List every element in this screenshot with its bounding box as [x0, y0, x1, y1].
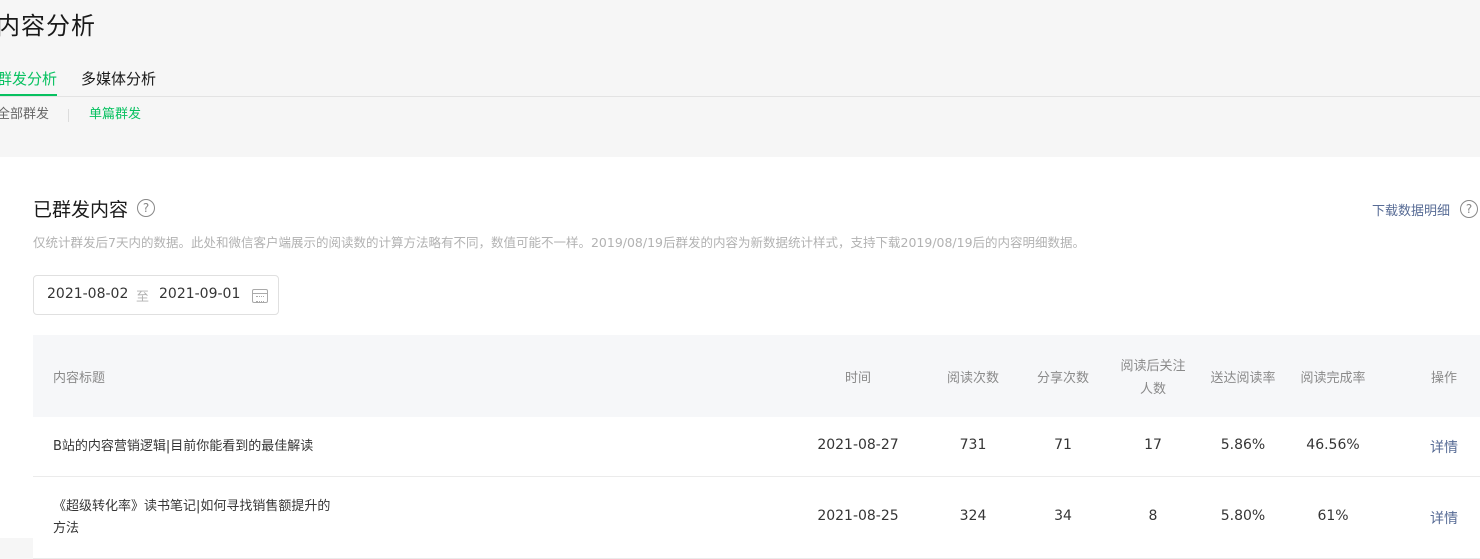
detail-link[interactable]: 详情 — [1424, 437, 1464, 457]
calendar-icon — [252, 289, 268, 303]
content-panel: 已群发内容 ? 下载数据明细 ? 仅统计群发后7天内的数据。此处和微信客户端展示… — [0, 157, 1480, 559]
date-separator: 至 — [136, 290, 150, 305]
date-start: 2021-08-02 — [47, 286, 129, 302]
section-title: 已群发内容 — [33, 199, 129, 221]
subtab-single-article[interactable]: 单篇群发 — [89, 105, 141, 125]
help-icon[interactable]: ? — [137, 199, 155, 217]
table-row: B站的内容营销逻辑|目前你能看到的最佳解读 2021-08-27 731 71 … — [33, 417, 1480, 477]
page-title: 内容分析 — [0, 12, 96, 40]
table-row: 《超级转化率》读书笔记|如何寻找销售额提升的 方法 2021-08-25 324… — [33, 477, 1480, 559]
cell-reads: 324 — [959, 508, 987, 524]
tab-multimedia-analysis[interactable]: 多媒体分析 — [81, 68, 156, 96]
date-range-picker[interactable]: 2021-08-02 至 2021-09-01 — [33, 275, 279, 315]
col-header-delivery-read-rate: 送达阅读率 — [1210, 371, 1276, 386]
cell-delivery-read-rate: 5.80% — [1220, 508, 1266, 524]
cell-completion-rate: 61% — [1317, 508, 1349, 524]
col-header-reads: 阅读次数 — [946, 371, 999, 386]
cell-completion-rate: 46.56% — [1306, 437, 1360, 453]
published-content-table: 内容标题 时间 阅读次数 分享次数 阅读后关注 人数 送达阅读率 阅读完成率 操… — [33, 335, 1480, 559]
page-header: 内容分析 群发分析 多媒体分析 全部群发 单篇群发 — [0, 0, 1480, 157]
table-header: 内容标题 时间 阅读次数 分享次数 阅读后关注 人数 送达阅读率 阅读完成率 操… — [33, 335, 1480, 417]
download-details-link[interactable]: 下载数据明细 — [1372, 200, 1450, 219]
cell-shares: 71 — [1054, 437, 1072, 453]
cell-follows: 17 — [1144, 437, 1162, 453]
analysis-tabs: 群发分析 多媒体分析 — [0, 68, 1480, 97]
cell-time: 2021-08-27 — [817, 437, 899, 453]
col-header-follows-line2: 人数 — [1139, 382, 1166, 397]
article-title[interactable]: B站的内容营销逻辑|目前你能看到的最佳解读 — [53, 436, 313, 458]
col-header-completion-rate: 阅读完成率 — [1300, 371, 1366, 386]
detail-link[interactable]: 详情 — [1424, 508, 1464, 528]
download-help-icon[interactable]: ? — [1460, 200, 1478, 218]
cell-shares: 34 — [1054, 508, 1072, 524]
cell-reads: 731 — [959, 437, 987, 453]
statistics-note: 仅统计群发后7天内的数据。此处和微信客户端展示的阅读数的计算方法略有不同，数值可… — [33, 235, 1086, 250]
article-title-line2[interactable]: 方法 — [53, 518, 79, 540]
article-title-line1[interactable]: 《超级转化率》读书笔记|如何寻找销售额提升的 — [53, 496, 330, 518]
col-header-follows-line1: 阅读后关注 — [1120, 359, 1186, 374]
col-header-time: 时间 — [844, 371, 871, 386]
subtab-all-sends[interactable]: 全部群发 — [0, 105, 49, 125]
cell-delivery-read-rate: 5.86% — [1220, 437, 1266, 453]
col-header-title: 内容标题 — [53, 371, 106, 386]
cell-follows: 8 — [1148, 508, 1158, 524]
cell-time: 2021-08-25 — [817, 508, 899, 524]
subtab-divider — [68, 109, 69, 122]
col-header-action: 操作 — [1430, 371, 1457, 386]
col-header-shares: 分享次数 — [1036, 371, 1089, 386]
date-end: 2021-09-01 — [159, 286, 241, 302]
tab-mass-send-analysis[interactable]: 群发分析 — [0, 68, 58, 96]
